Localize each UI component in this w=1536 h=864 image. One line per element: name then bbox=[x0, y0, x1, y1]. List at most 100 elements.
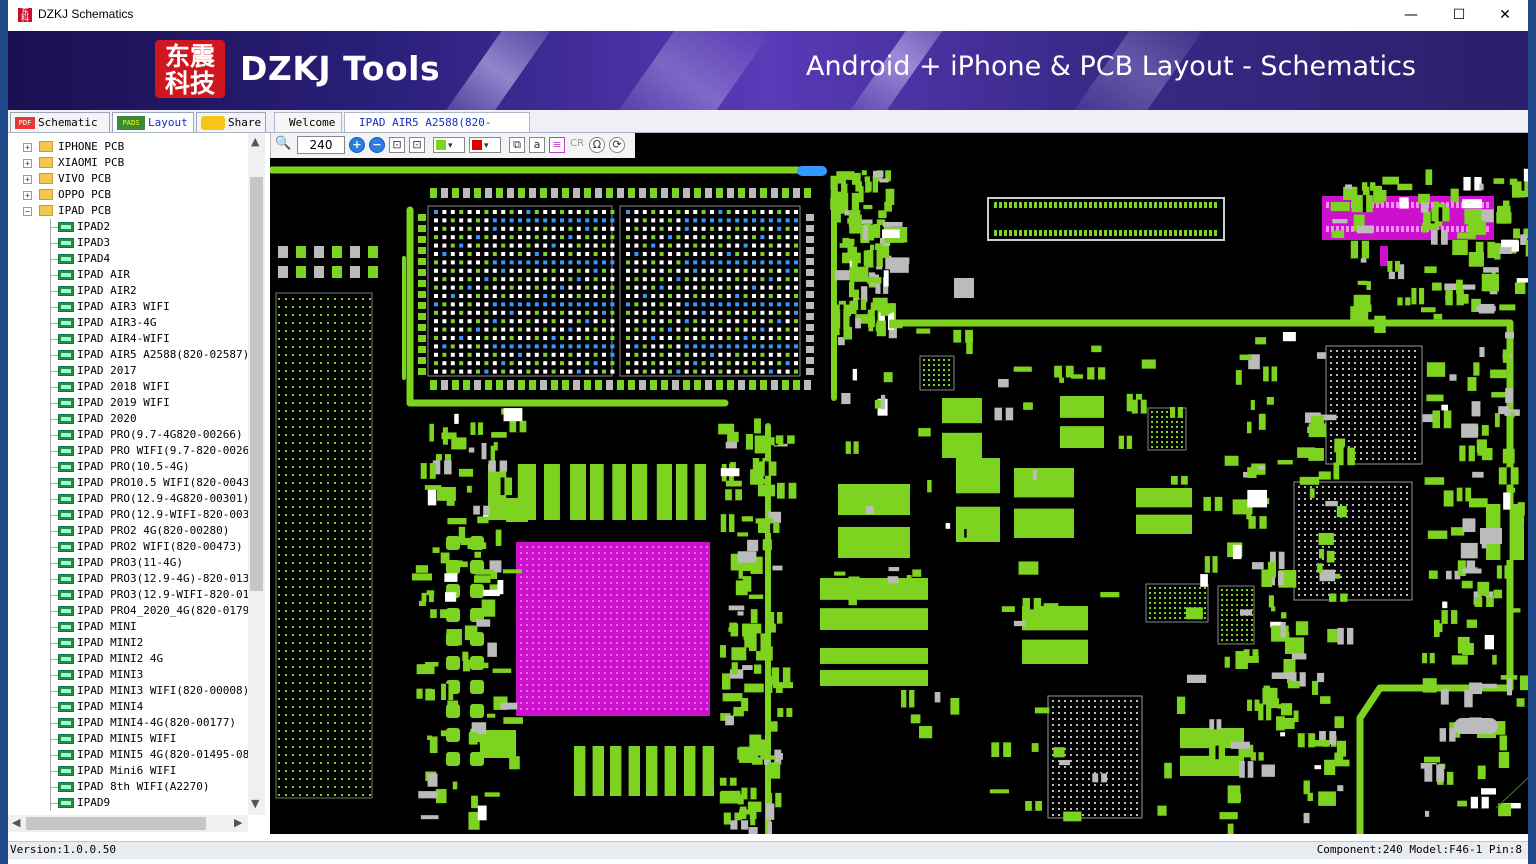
tree-item[interactable]: IPAD MINI4 bbox=[8, 699, 248, 715]
tree-item[interactable]: IPAD 2020 bbox=[8, 411, 248, 427]
chip-icon bbox=[58, 350, 74, 360]
tree-item[interactable]: IPAD MINI2 4G bbox=[8, 651, 248, 667]
tree-item[interactable]: IPAD PRO3(12.9-WIFI-820-0143 bbox=[8, 587, 248, 603]
canvas-top-strip bbox=[635, 133, 1528, 158]
tree-item[interactable]: IPAD9 bbox=[8, 795, 248, 811]
pcb-layout[interactable] bbox=[270, 158, 1528, 834]
collapse-icon[interactable]: − bbox=[23, 207, 32, 216]
tree-item[interactable]: IPAD4 bbox=[8, 251, 248, 267]
flip-icon[interactable]: ⧉ bbox=[509, 137, 525, 153]
expand-icon[interactable]: + bbox=[23, 175, 32, 184]
tree-item[interactable]: IPAD AIR bbox=[8, 267, 248, 283]
tree-item[interactable]: IPAD AIR5 A2588(820-02587) bbox=[8, 347, 248, 363]
expand-icon[interactable]: + bbox=[23, 143, 32, 152]
scroll-left-icon[interactable]: ◀ bbox=[12, 816, 20, 829]
scroll-up-icon[interactable]: ▲ bbox=[251, 135, 259, 148]
tree-item-label: IPAD AIR3-4G bbox=[77, 316, 157, 329]
red-color-icon[interactable]: ▾ bbox=[469, 137, 501, 153]
tree-folder[interactable]: − IPAD PCB bbox=[8, 203, 248, 219]
tree-vscroll-thumb[interactable] bbox=[250, 177, 263, 591]
tab-welcome[interactable]: Welcome bbox=[274, 112, 342, 132]
tree-item-label: IPAD MINI2 bbox=[77, 636, 144, 649]
zoom-input[interactable]: 240 bbox=[297, 136, 345, 154]
tree-item-label: IPAD PRO(9.7-4G820-00266) bbox=[77, 428, 243, 441]
tree-item-label: IPAD AIR5 A2588(820-02587) bbox=[77, 348, 248, 361]
expand-icon[interactable]: + bbox=[23, 159, 32, 168]
zoom-out-icon[interactable]: − bbox=[369, 137, 385, 153]
chip-icon bbox=[58, 750, 74, 760]
banner: 东震 科技 DZKJ Tools Android + iPhone & PCB … bbox=[8, 31, 1528, 110]
tree-item[interactable]: IPAD PRO(9.7-4G820-00266) bbox=[8, 427, 248, 443]
fit-icon[interactable]: ⊡ bbox=[389, 137, 405, 153]
rotate-icon[interactable]: ⟳ bbox=[609, 137, 625, 153]
version-label: Version:1.0.0.50 bbox=[10, 843, 116, 856]
green-color-icon[interactable]: ▾ bbox=[433, 137, 465, 153]
tree-folder-label: XIAOMI PCB bbox=[58, 156, 125, 169]
tree-item[interactable]: IPAD MINI5 WIFI bbox=[8, 731, 248, 747]
tree-folder[interactable]: + IPHONE PCB bbox=[8, 139, 248, 155]
tree-item[interactable]: IPAD 2018 WIFI bbox=[8, 379, 248, 395]
tab-share[interactable]: Share bbox=[196, 112, 266, 132]
fit-all-icon[interactable]: ⊡ bbox=[409, 137, 425, 153]
zoom-icon[interactable]: 🔍 bbox=[275, 137, 291, 153]
app-window: 东科 DZKJ Schematics — ☐ ✕ 东震 科技 DZKJ Tool… bbox=[8, 0, 1528, 864]
tab-ipad-air5[interactable]: IPAD AIR5 A2588(820-02587)x bbox=[344, 112, 530, 150]
tree-vscrollbar[interactable]: ▲ ▼ bbox=[248, 133, 265, 815]
tree-item[interactable]: IPAD MINI bbox=[8, 619, 248, 635]
tree-item[interactable]: IPAD3 bbox=[8, 235, 248, 251]
tree-item[interactable]: IPAD 2019 WIFI bbox=[8, 395, 248, 411]
tree-item[interactable]: IPAD PRO10.5 WIFI(820-00432- bbox=[8, 475, 248, 491]
tree-item[interactable]: IPAD PRO4_2020_4G(820-01798- bbox=[8, 603, 248, 619]
cr-icon[interactable]: CR bbox=[569, 137, 585, 153]
tree-item[interactable]: IPAD PRO3(12.9-4G)-820-01365 bbox=[8, 571, 248, 587]
dropdown-icon: ▾ bbox=[484, 141, 489, 151]
tree-item[interactable]: IPAD2 bbox=[8, 219, 248, 235]
tab-schematic[interactable]: PDF Schematic bbox=[10, 112, 110, 132]
tree-item[interactable]: IPAD MINI3 WIFI(820-00008) bbox=[8, 683, 248, 699]
folder-icon bbox=[39, 189, 53, 200]
tree-item[interactable]: IPAD PRO(10.5-4G) bbox=[8, 459, 248, 475]
tree-item[interactable]: IPAD MINI5 4G(820-01495-08) bbox=[8, 747, 248, 763]
tree-folder[interactable]: + OPPO PCB bbox=[8, 187, 248, 203]
chip-icon bbox=[58, 414, 74, 424]
tree-item[interactable]: IPAD PRO2 4G(820-00280) bbox=[8, 523, 248, 539]
close-button[interactable]: ✕ bbox=[1482, 0, 1528, 31]
tree-item-label: IPAD MINI4 bbox=[77, 700, 144, 713]
tree-item[interactable]: IPAD AIR3 WIFI bbox=[8, 299, 248, 315]
tree-item[interactable]: IPAD 8th WIFI(A2270) bbox=[8, 779, 248, 795]
tree-item[interactable]: IPAD PRO(12.9-WIFI-820-00317 bbox=[8, 507, 248, 523]
tree-item[interactable]: IPAD MINI3 bbox=[8, 667, 248, 683]
omega-icon[interactable]: Ω bbox=[589, 137, 605, 153]
minimize-button[interactable]: — bbox=[1388, 0, 1434, 31]
tree-hscrollbar[interactable]: ◀ ▶ bbox=[8, 815, 248, 832]
tree-item[interactable]: IPAD AIR2 bbox=[8, 283, 248, 299]
expand-icon[interactable]: + bbox=[23, 191, 32, 200]
tree-item-label: IPAD AIR3 WIFI bbox=[77, 300, 170, 313]
tree-item[interactable]: IPAD Mini6 WIFI bbox=[8, 763, 248, 779]
layer-icon[interactable]: ≡ bbox=[549, 137, 565, 153]
tree-folder[interactable]: + VIVO PCB bbox=[8, 171, 248, 187]
tree-item[interactable]: IPAD AIR4-WIFI bbox=[8, 331, 248, 347]
tree-folder[interactable]: + XIAOMI PCB bbox=[8, 155, 248, 171]
tree-item[interactable]: IPAD PRO(12.9-4G820-00301) bbox=[8, 491, 248, 507]
tree-item[interactable]: IPAD MINI2 bbox=[8, 635, 248, 651]
chip-icon bbox=[58, 318, 74, 328]
component-info: Component:240 Model:F46-1 Pin:8 bbox=[1316, 843, 1522, 856]
tree-item-label: IPAD PRO(12.9-4G820-00301) bbox=[77, 492, 248, 505]
scroll-down-icon[interactable]: ▼ bbox=[251, 797, 259, 810]
maximize-button[interactable]: ☐ bbox=[1436, 0, 1482, 31]
tree-item[interactable]: IPAD PRO WIFI(9.7-820-00265) bbox=[8, 443, 248, 459]
tree-item[interactable]: IPAD AIR3-4G bbox=[8, 315, 248, 331]
tree-item[interactable]: IPAD 2017 bbox=[8, 363, 248, 379]
zoom-in-icon[interactable]: + bbox=[349, 137, 365, 153]
tree-item[interactable]: IPAD PRO3(11-4G) bbox=[8, 555, 248, 571]
tree-item[interactable]: IPAD PRO2 WIFI(820-00473) bbox=[8, 539, 248, 555]
tree-hscroll-thumb[interactable] bbox=[26, 817, 206, 830]
chip-icon bbox=[58, 286, 74, 296]
chip-icon bbox=[58, 302, 74, 312]
pcb-canvas[interactable] bbox=[270, 158, 1528, 834]
tab-layout[interactable]: PADS Layout bbox=[112, 112, 194, 132]
tree-item[interactable]: IPAD MINI4-4G(820-00177) bbox=[8, 715, 248, 731]
text-icon[interactable]: a bbox=[529, 137, 545, 153]
scroll-right-icon[interactable]: ▶ bbox=[234, 816, 242, 829]
